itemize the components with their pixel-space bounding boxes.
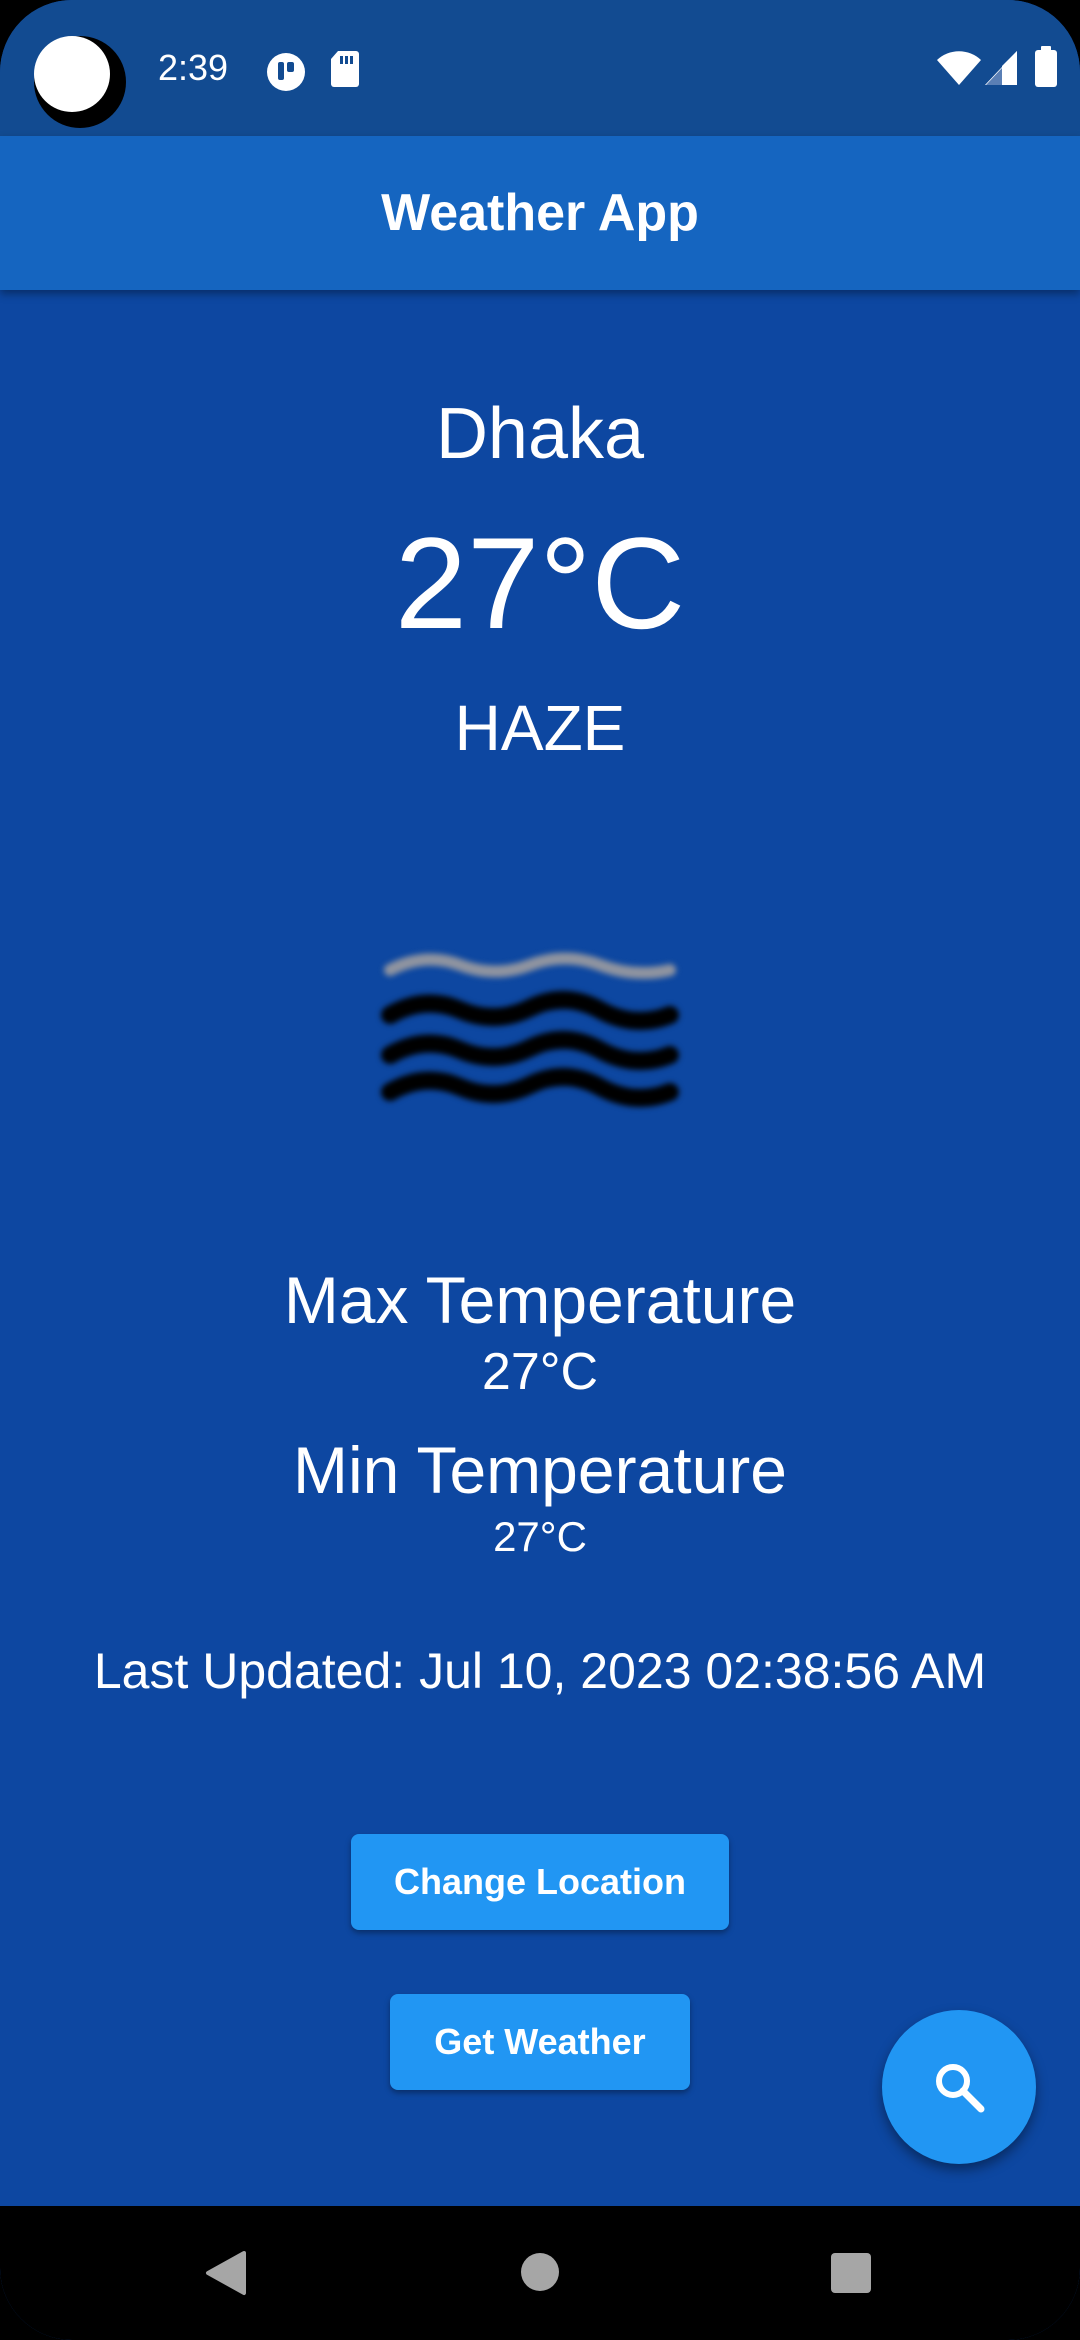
weather-condition: HAZE [454,692,626,764]
search-fab[interactable] [882,2010,1036,2164]
min-temperature-value: 27°C [493,1513,587,1560]
home-icon[interactable] [520,2252,560,2292]
app-title: Weather App [381,184,699,242]
recents-icon[interactable] [830,2252,872,2294]
haze-icon [381,952,679,1107]
search-icon [936,2064,985,2113]
max-temperature-label: Max Temperature [283,1263,797,1337]
camera-cutout [34,36,126,128]
navigation-bar [0,2206,1080,2340]
wifi-icon [937,51,981,85]
min-temperature-label: Min Temperature [292,1433,787,1507]
get-weather-button[interactable]: Get Weather [390,1994,690,2090]
current-temperature: 27°C [394,510,686,656]
change-location-button[interactable]: Change Location [351,1834,729,1930]
notification-app-icon [267,53,305,91]
status-time: 2:39 [158,47,229,88]
max-temperature-value: 27°C [481,1343,599,1401]
app-bar: Weather App [0,136,1080,290]
cellular-signal-icon [985,51,1017,85]
battery-icon [1035,46,1057,87]
last-updated-value: Jul 10, 2023 02:38:56 AM [419,1643,987,1699]
sd-card-icon [331,51,359,87]
back-icon[interactable] [204,2250,248,2296]
city-name: Dhaka [435,394,645,474]
phone-screen: 2:39 Weather App Dhaka 27°C HAZE Max Tem… [0,0,1080,2340]
last-updated-label: Last Updated: [93,1643,406,1699]
weather-content: Dhaka 27°C HAZE Max Temperature 27°C Min… [0,290,1080,2206]
status-bar: 2:39 [0,0,1080,136]
last-updated: Last Updated: Jul 10, 2023 02:38:56 AM [0,1640,1080,1702]
